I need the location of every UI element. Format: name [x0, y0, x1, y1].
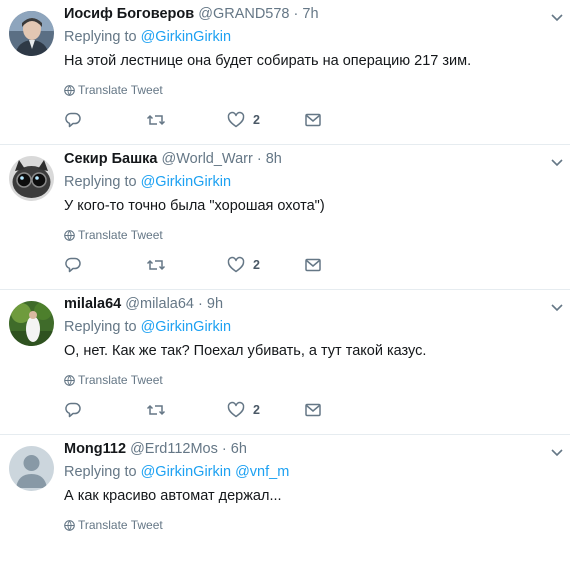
reply-icon: [65, 112, 81, 128]
like-count: 2: [253, 113, 260, 127]
chevron-down-icon[interactable]: [551, 444, 563, 462]
avatar[interactable]: [9, 301, 54, 346]
tweet-text: У кого-то точно была "хорошая охота"): [64, 198, 325, 214]
separator: ·: [221, 441, 227, 457]
globe-icon: [64, 230, 75, 241]
translate-label[interactable]: Translate Tweet: [78, 518, 163, 532]
direct-message-button[interactable]: [304, 398, 322, 422]
tweet-header: Mong112 @Erd112Mos · 6h: [64, 440, 247, 458]
translate-label[interactable]: Translate Tweet: [78, 373, 163, 387]
tweet[interactable]: Mong112 @Erd112Mos · 6h Replying to @Gir…: [0, 435, 570, 580]
timestamp[interactable]: 8h: [266, 151, 282, 167]
translate-tweet[interactable]: Translate Tweet: [64, 517, 163, 533]
tweet-text: На этой лестнице она будет собирать на о…: [64, 53, 472, 69]
separator: ·: [198, 296, 203, 312]
retweet-icon: [146, 114, 166, 126]
reply-button[interactable]: [64, 108, 82, 132]
tweet-actions: 2: [64, 253, 364, 277]
mention-link[interactable]: @GirkinGirkin: [141, 319, 231, 335]
mention-link[interactable]: @GirkinGirkin: [141, 29, 231, 45]
globe-icon: [64, 85, 75, 96]
replying-to: Replying to @GirkinGirkin: [64, 28, 231, 46]
mention-link[interactable]: @GirkinGirkin: [141, 174, 231, 190]
replying-to-label: Replying to: [64, 319, 137, 335]
replying-to-label: Replying to: [64, 174, 137, 190]
retweet-button[interactable]: [146, 253, 166, 277]
chevron-down-icon[interactable]: [551, 299, 563, 317]
tweet-actions: 2: [64, 108, 364, 132]
globe-icon: [64, 375, 75, 386]
avatar[interactable]: [9, 446, 54, 491]
avatar[interactable]: [9, 11, 54, 56]
timestamp[interactable]: 6h: [231, 441, 247, 457]
user-fullname[interactable]: milala64: [64, 296, 121, 312]
tweet-header: Иосиф Боговеров @GRAND578 · 7h: [64, 5, 319, 23]
chevron-down-icon[interactable]: [551, 154, 563, 172]
replying-to-label: Replying to: [64, 464, 137, 480]
globe-icon: [64, 520, 75, 531]
reply-icon: [65, 402, 81, 418]
user-fullname[interactable]: Mong112: [64, 441, 126, 457]
timestamp[interactable]: 7h: [302, 6, 318, 22]
tweet-text: А как красиво автомат держал...: [64, 488, 282, 504]
separator: ·: [256, 151, 262, 167]
like-count: 2: [253, 258, 260, 272]
avatar[interactable]: [9, 156, 54, 201]
like-count: 2: [253, 403, 260, 417]
envelope-icon: [305, 258, 321, 272]
user-handle[interactable]: @GRAND578: [198, 6, 289, 22]
separator: ·: [293, 6, 299, 22]
mention-link[interactable]: @vnf_m: [235, 464, 289, 480]
reply-button[interactable]: [64, 398, 82, 422]
tweet-header: Секир Башка @World_Warr · 8h: [64, 150, 282, 168]
heart-icon: [227, 401, 245, 418]
reply-button[interactable]: [64, 253, 82, 277]
tweet[interactable]: Иосиф Боговеров @GRAND578 · 7h Replying …: [0, 0, 570, 145]
envelope-icon: [305, 403, 321, 417]
translate-label[interactable]: Translate Tweet: [78, 83, 163, 97]
replying-to-label: Replying to: [64, 29, 137, 45]
tweet-header: milala64 @milala64 · 9h: [64, 295, 223, 313]
envelope-icon: [305, 113, 321, 127]
translate-tweet[interactable]: Translate Tweet: [64, 372, 163, 388]
direct-message-button[interactable]: [304, 108, 322, 132]
like-button[interactable]: 2: [227, 398, 260, 422]
user-fullname[interactable]: Иосиф Боговеров: [64, 6, 194, 22]
translate-label[interactable]: Translate Tweet: [78, 228, 163, 242]
retweet-icon: [146, 404, 166, 416]
tweet-text: О, нет. Как же так? Поехал убивать, а ту…: [64, 343, 427, 359]
chevron-down-icon[interactable]: [551, 9, 563, 27]
translate-tweet[interactable]: Translate Tweet: [64, 227, 163, 243]
heart-icon: [227, 256, 245, 273]
reply-icon: [65, 257, 81, 273]
tweet[interactable]: milala64 @milala64 · 9h Replying to @Gir…: [0, 290, 570, 435]
tweet-actions: 2: [64, 398, 364, 422]
replying-to: Replying to @GirkinGirkin: [64, 318, 231, 336]
retweet-button[interactable]: [146, 398, 166, 422]
heart-icon: [227, 111, 245, 128]
like-button[interactable]: 2: [227, 108, 260, 132]
retweet-button[interactable]: [146, 108, 166, 132]
retweet-icon: [146, 259, 166, 271]
timestamp[interactable]: 9h: [207, 296, 223, 312]
user-handle[interactable]: @Erd112Mos: [130, 441, 218, 457]
like-button[interactable]: 2: [227, 253, 260, 277]
translate-tweet[interactable]: Translate Tweet: [64, 82, 163, 98]
user-handle[interactable]: @milala64: [125, 296, 194, 312]
user-handle[interactable]: @World_Warr: [162, 151, 253, 167]
mention-link[interactable]: @GirkinGirkin: [141, 464, 231, 480]
replying-to: Replying to @GirkinGirkin: [64, 173, 231, 191]
direct-message-button[interactable]: [304, 253, 322, 277]
replying-to: Replying to @GirkinGirkin @vnf_m: [64, 463, 289, 481]
tweet[interactable]: Секир Башка @World_Warr · 8h Replying to…: [0, 145, 570, 290]
user-fullname[interactable]: Секир Башка: [64, 151, 158, 167]
